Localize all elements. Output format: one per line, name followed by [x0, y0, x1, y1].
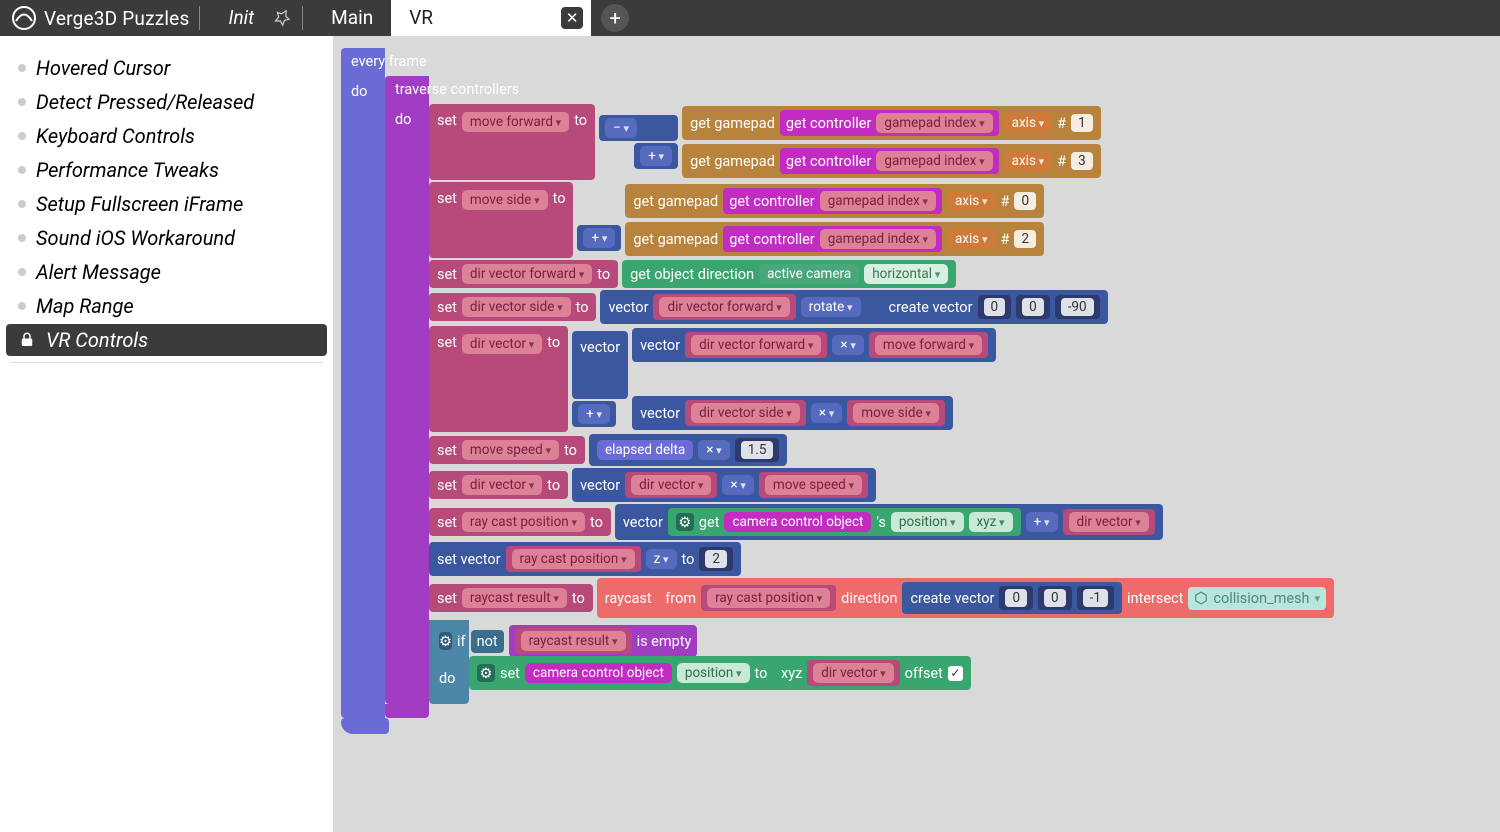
app-title: Verge3D Puzzles	[44, 7, 189, 30]
tab-label: VR	[409, 0, 433, 36]
block-every-frame[interactable]: every frame do traverse controllers do s…	[341, 48, 1500, 718]
close-tab-icon[interactable]: ✕	[561, 7, 583, 29]
block-traverse-controllers[interactable]: traverse controllers do set move forward…	[385, 76, 1334, 704]
sidebar-item-vr-controls[interactable]: VR Controls	[6, 324, 327, 356]
sidebar-item[interactable]: Sound iOS Workaround	[6, 222, 327, 254]
sidebar: Hovered Cursor Detect Pressed/Released K…	[0, 36, 333, 832]
object-dropdown[interactable]: collision_mesh	[1188, 587, 1326, 610]
add-tab-button[interactable]: +	[601, 4, 629, 32]
lock-icon	[18, 331, 36, 349]
sidebar-item[interactable]: Map Range	[6, 290, 327, 322]
sidebar-item[interactable]: Setup Fullscreen iFrame	[6, 188, 327, 220]
block-set-move-speed[interactable]: set move speed to elapsed delta × 1.5	[429, 434, 1334, 466]
sidebar-item[interactable]: Alert Message	[6, 256, 327, 288]
gear-icon[interactable]: ⚙	[477, 664, 495, 682]
tab-main[interactable]: Main	[313, 0, 391, 36]
app-logo-icon	[12, 6, 36, 30]
sidebar-item[interactable]: Performance Tweaks	[6, 154, 327, 186]
block-set-vector-z[interactable]: set vector ray cast position z to 2	[429, 542, 1334, 576]
num-input[interactable]: 1	[1071, 114, 1093, 132]
block-set-move-side[interactable]: set move side to + get gamepad get cont	[429, 182, 1334, 258]
sidebar-item[interactable]: Keyboard Controls	[6, 120, 327, 152]
tab-vr[interactable]: VR ✕	[391, 0, 591, 36]
block-set-dir-fwd[interactable]: set dir vector forward to get object dir…	[429, 260, 1334, 288]
block-if[interactable]: ⚙ if not raycast result is empty do	[429, 620, 1334, 690]
top-bar: Verge3D Puzzles Init Main VR ✕ +	[0, 0, 1500, 36]
sidebar-item[interactable]: Detect Pressed/Released	[6, 86, 327, 118]
blocks-canvas[interactable]: every frame do traverse controllers do s…	[333, 36, 1500, 832]
sidebar-item[interactable]: Hovered Cursor	[6, 52, 327, 84]
op-dropdown[interactable]: +	[640, 146, 672, 166]
block-set-position[interactable]: ⚙ set camera control object position to …	[469, 656, 971, 690]
block-set-raycast-result[interactable]: set raycast result to raycast from ray c…	[429, 578, 1334, 618]
cube-icon	[1194, 591, 1208, 605]
num-input[interactable]: 3	[1071, 152, 1093, 170]
tab-init[interactable]: Init	[210, 0, 272, 36]
pin-icon[interactable]	[268, 4, 295, 31]
offset-checkbox[interactable]: ✓	[948, 666, 963, 681]
gear-icon[interactable]: ⚙	[439, 632, 452, 650]
gear-icon[interactable]: ⚙	[676, 513, 694, 531]
block-set-dir-vector-scaled[interactable]: set dir vector to vector dir vector × mo…	[429, 468, 1334, 502]
op-dropdown[interactable]: −	[605, 118, 637, 138]
block-set-raycast-pos[interactable]: set ray cast position to vector ⚙ get ca…	[429, 504, 1334, 540]
block-set-move-forward[interactable]: set move forward to − +	[429, 104, 1334, 180]
var-dropdown[interactable]: move forward	[462, 112, 569, 132]
block-set-dir-vector[interactable]: set dir vector to vector +	[429, 326, 1334, 432]
block-set-dir-side[interactable]: set dir vector side to vector dir vector…	[429, 290, 1334, 324]
